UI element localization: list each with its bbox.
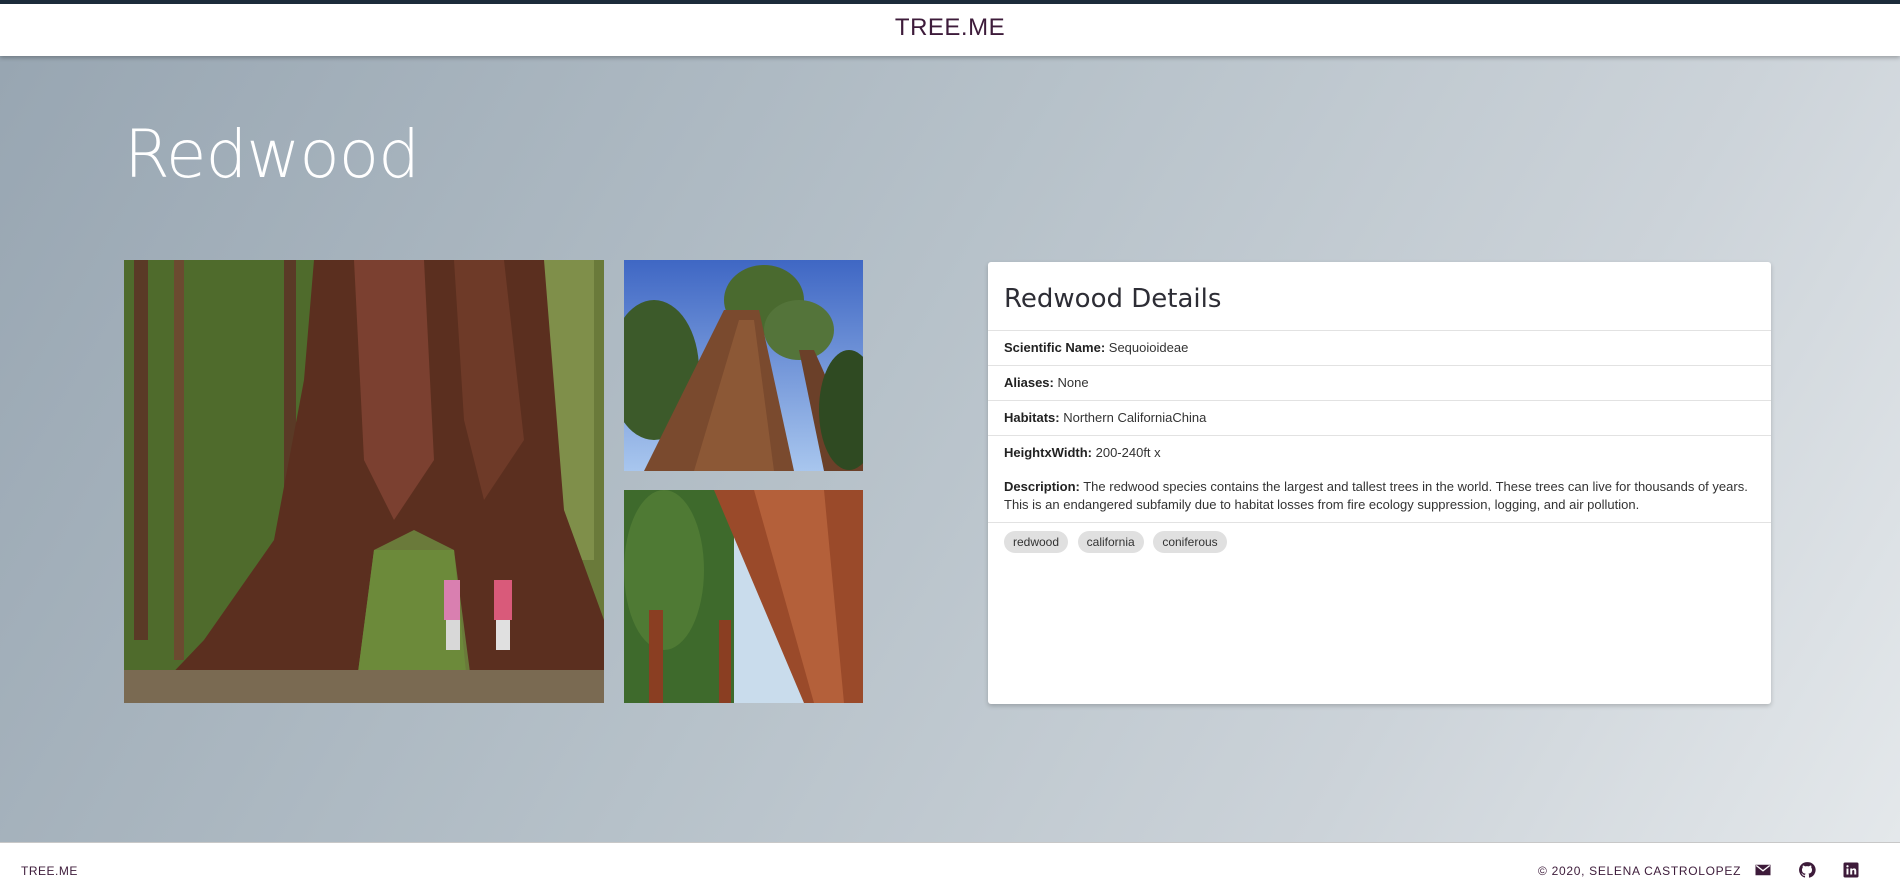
page-title: Redwood	[124, 116, 420, 193]
redwood-sky-photo	[624, 260, 863, 471]
tag-chip[interactable]: redwood	[1004, 531, 1069, 553]
scientific-name-row: Scientific Name: Sequoioideae	[988, 331, 1771, 366]
details-card: Redwood Details Scientific Name: Sequoio…	[988, 262, 1771, 704]
description-row: Description: The redwood species contain…	[988, 470, 1771, 523]
tag-chip-list: redwood california coniferous	[988, 523, 1771, 561]
hero-section: Redwood Redwood Details Scientific Name:…	[0, 56, 1900, 842]
description-value: The redwood species contains the largest…	[1004, 479, 1748, 512]
height-width-label: HeightxWidth:	[1004, 445, 1092, 460]
redwood-trunk-photo	[624, 490, 863, 703]
github-icon[interactable]	[1798, 861, 1816, 879]
scientific-name-value: Sequoioideae	[1108, 340, 1189, 355]
tag-chip[interactable]: california	[1077, 531, 1144, 553]
redwood-tunnel-photo	[124, 260, 604, 703]
scientific-name-label: Scientific Name:	[1004, 340, 1106, 355]
footer-brand[interactable]: TREE.ME	[21, 864, 78, 878]
aliases-row: Aliases: None	[988, 366, 1771, 401]
tag-chip[interactable]: coniferous	[1153, 531, 1227, 553]
habitats-row: Habitats: Northern CaliforniaChina	[988, 401, 1771, 436]
mail-icon[interactable]	[1754, 861, 1772, 879]
page-footer: TREE.ME © 2020, SELENA CASTROLOPEZ	[0, 842, 1900, 896]
linkedin-icon[interactable]	[1842, 861, 1860, 879]
habitats-value: Northern CaliforniaChina	[1063, 410, 1207, 425]
height-width-row: HeightxWidth: 200-240ft x	[988, 436, 1771, 470]
top-app-bar: TREE.ME	[0, 0, 1900, 56]
copyright-text: © 2020, SELENA CASTROLOPEZ	[1538, 864, 1742, 878]
description-label: Description:	[1004, 479, 1080, 494]
height-width-value: 200-240ft x	[1095, 445, 1161, 460]
habitats-label: Habitats:	[1004, 410, 1060, 425]
aliases-label: Aliases:	[1004, 375, 1054, 390]
brand-title[interactable]: TREE.ME	[0, 14, 1900, 42]
aliases-value: None	[1057, 375, 1089, 390]
details-card-title: Redwood Details	[988, 262, 1771, 331]
